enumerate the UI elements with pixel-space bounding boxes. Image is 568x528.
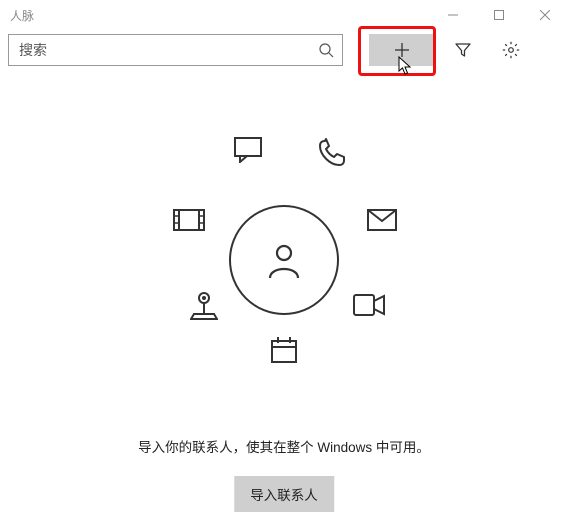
main-content: 导入你的联系人，使其在整个 Windows 中可用。 导入联系人 [0,76,568,496]
filter-icon [454,41,472,59]
filter-button[interactable] [443,34,483,66]
close-button[interactable] [522,0,568,30]
search-box[interactable] [8,34,343,66]
import-caption: 导入你的联系人，使其在整个 Windows 中可用。 [0,436,568,456]
plus-icon [394,42,410,58]
icon-wheel [154,130,414,390]
chat-icon [234,137,264,163]
calendar-icon-wrap [264,330,304,370]
import-contacts-button[interactable]: 导入联系人 [234,476,334,512]
search-icon [318,42,334,58]
location-icon-wrap [184,285,224,325]
title-bar: 人脉 [0,0,568,30]
add-contact-button[interactable] [369,34,435,66]
location-pin-icon [190,290,218,320]
video-icon-wrap [349,285,389,325]
mail-icon [367,209,397,231]
settings-button[interactable] [491,34,531,66]
close-icon [540,10,550,20]
phone-icon [318,138,346,166]
calendar-icon [270,336,298,364]
chat-icon-wrap [229,130,269,170]
mail-icon-wrap [362,200,402,240]
gear-icon [502,41,520,59]
minimize-button[interactable] [430,0,476,30]
minimize-icon [448,10,458,20]
maximize-icon [494,10,504,20]
search-input[interactable] [17,41,318,59]
video-icon [353,294,385,316]
person-icon [262,238,306,282]
maximize-button[interactable] [476,0,522,30]
toolbar [0,30,568,76]
film-icon-wrap [169,200,209,240]
window-title: 人脉 [10,7,34,24]
person-avatar-circle [229,205,339,315]
film-icon [173,209,205,231]
phone-icon-wrap [312,132,352,172]
